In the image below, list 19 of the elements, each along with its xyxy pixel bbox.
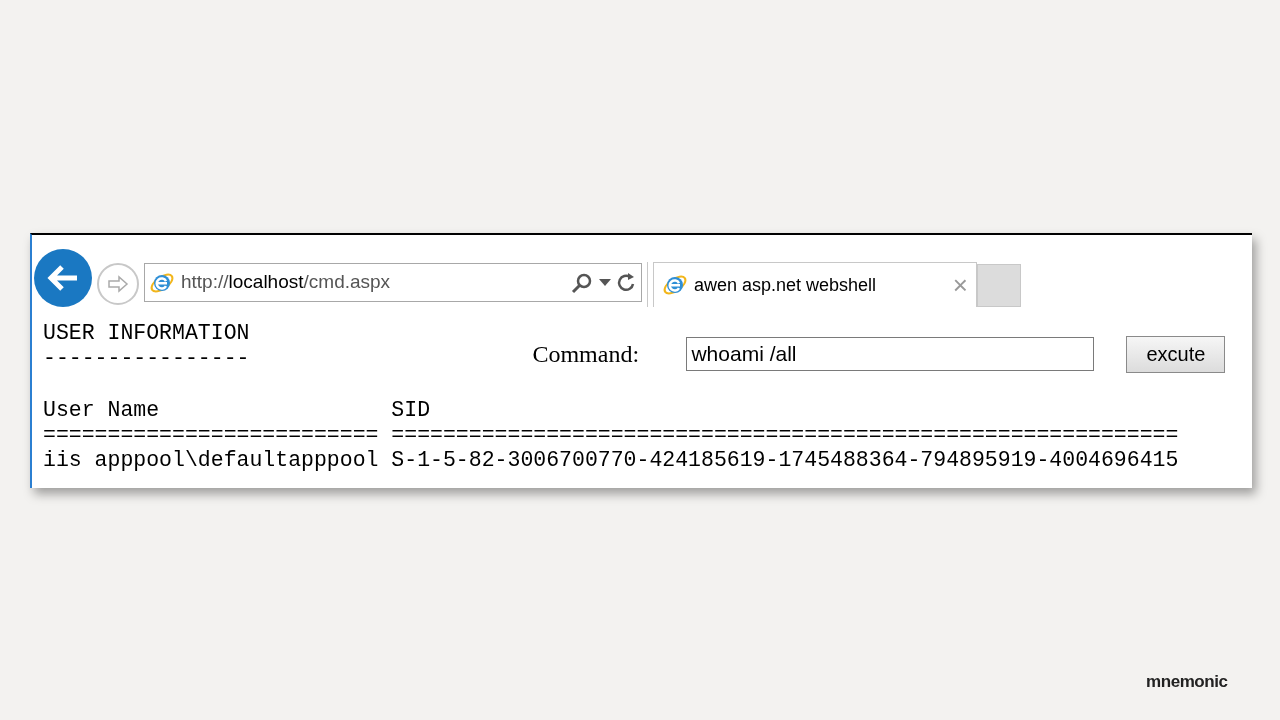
dropdown-caret-icon[interactable] xyxy=(599,278,611,287)
forward-arrow-icon xyxy=(107,275,129,293)
output-line: iis apppool\defaultapppool S-1-5-82-3006700770-424185619-1745488364-794895919-4004696415 xyxy=(43,448,1180,473)
output-line: User Name SID xyxy=(43,398,432,423)
back-arrow-icon xyxy=(47,264,79,292)
output-line: ========================== ============================================================= xyxy=(43,423,1180,448)
output-line: ---------------- xyxy=(43,346,250,371)
url-text: http://localhost/cmd.aspx xyxy=(181,270,392,295)
command-label: Command: xyxy=(532,340,641,369)
command-field[interactable]: whoami /all xyxy=(686,337,1095,371)
refresh-icon[interactable] xyxy=(617,271,637,294)
browser-tab[interactable]: awen asp.net webshell × xyxy=(653,262,977,307)
execute-button[interactable]: excute xyxy=(1126,335,1226,373)
address-bar[interactable]: http://localhost/cmd.aspx xyxy=(144,263,642,302)
tab-title: awen asp.net webshell xyxy=(694,273,878,297)
output-line: USER INFORMATION xyxy=(43,321,250,346)
back-button[interactable] xyxy=(34,249,92,307)
search-icon[interactable] xyxy=(571,271,593,294)
company-logo: mnemonic xyxy=(1146,671,1228,693)
